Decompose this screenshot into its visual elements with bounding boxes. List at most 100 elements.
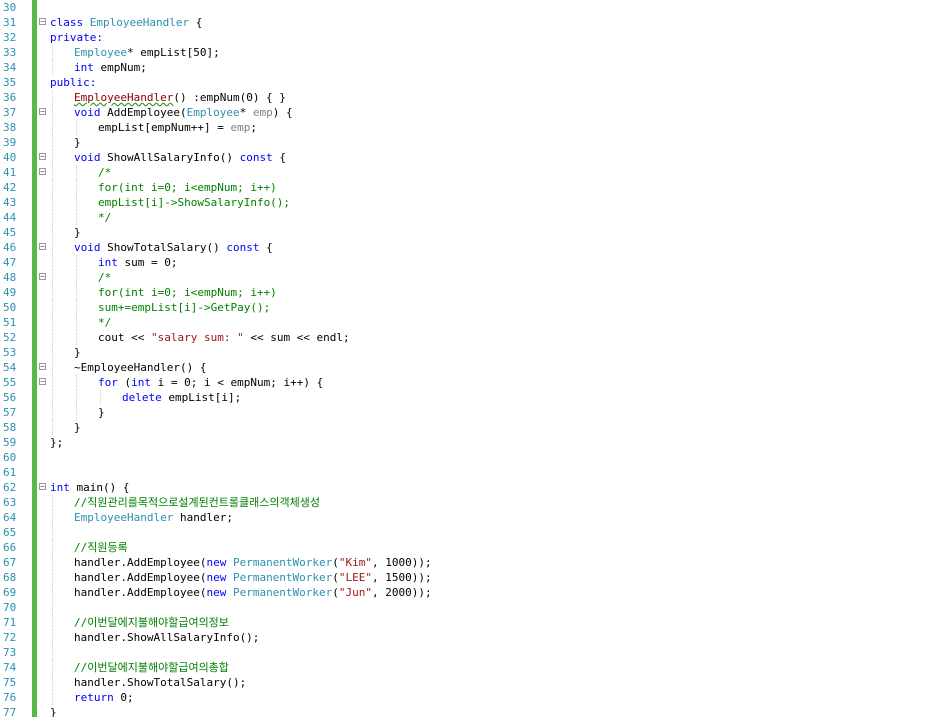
code-line[interactable]: 38 empList[empNum++] = emp;	[0, 120, 938, 135]
code-line[interactable]: 41 − /*	[0, 165, 938, 180]
code-line[interactable]: 47 int sum = 0;	[0, 255, 938, 270]
code-text[interactable]: empList[i]->ShowSalaryInfo();	[98, 195, 290, 210]
code-line[interactable]: 44 */	[0, 210, 938, 225]
code-text[interactable]: }	[98, 405, 105, 420]
code-text[interactable]: }	[74, 225, 81, 240]
fold-toggle-icon[interactable]: −	[39, 483, 46, 491]
code-editor[interactable]: 30 31− class EmployeeHandler {32 private: 33…	[0, 0, 938, 717]
fold-toggle-icon[interactable]: −	[39, 108, 46, 116]
code-line[interactable]: 32 private:	[0, 30, 938, 45]
code-line[interactable]: 67 handler.AddEmployee(new PermanentWorke…	[0, 555, 938, 570]
code-text[interactable]: /*	[98, 165, 111, 180]
code-line[interactable]: 63 //직원관리를목적으로설계된컨트롤클래스의객체생성	[0, 495, 938, 510]
code-text[interactable]: int empNum;	[74, 60, 147, 75]
code-line[interactable]: 34 int empNum;	[0, 60, 938, 75]
code-text[interactable]: int sum = 0;	[98, 255, 177, 270]
code-text[interactable]: ~EmployeeHandler() {	[74, 360, 206, 375]
code-text[interactable]: void ShowAllSalaryInfo() const {	[74, 150, 286, 165]
code-line[interactable]: 37 − void AddEmployee(Employee* emp) {	[0, 105, 938, 120]
code-text[interactable]: cout << "salary sum: " << sum << endl;	[98, 330, 350, 345]
code-text[interactable]: Employee* empList[50];	[74, 45, 220, 60]
code-line[interactable]: 49 for(int i=0; i<empNum; i++)	[0, 285, 938, 300]
code-line[interactable]: 42 for(int i=0; i<empNum; i++)	[0, 180, 938, 195]
fold-toggle-icon[interactable]: −	[39, 378, 46, 386]
code-text[interactable]: */	[98, 315, 111, 330]
code-text[interactable]: */	[98, 210, 111, 225]
code-line[interactable]: 75 handler.ShowTotalSalary();	[0, 675, 938, 690]
code-text[interactable]: for(int i=0; i<empNum; i++)	[98, 285, 277, 300]
code-line[interactable]: 51 */	[0, 315, 938, 330]
code-text[interactable]: //이번달에지불해야할급여의총합	[74, 660, 229, 675]
code-line[interactable]: 57}	[0, 405, 938, 420]
code-line[interactable]: 36 EmployeeHandler() :empNum(0) { }	[0, 90, 938, 105]
code-line[interactable]: 73	[0, 645, 938, 660]
fold-toggle-icon[interactable]: −	[39, 243, 46, 251]
code-line[interactable]: 71 //이번달에지불해야할급여의정보	[0, 615, 938, 630]
code-text[interactable]: public:	[50, 75, 96, 90]
code-text[interactable]: return 0;	[74, 690, 134, 705]
code-line[interactable]: 69 handler.AddEmployee(new PermanentWorke…	[0, 585, 938, 600]
code-line[interactable]: 60	[0, 450, 938, 465]
code-line[interactable]: 39}	[0, 135, 938, 150]
fold-toggle-icon[interactable]: −	[39, 273, 46, 281]
code-line[interactable]: 68 handler.AddEmployee(new PermanentWorke…	[0, 570, 938, 585]
code-text[interactable]: //이번달에지불해야할급여의정보	[74, 615, 229, 630]
code-text[interactable]: EmployeeHandler() :empNum(0) { }	[74, 90, 286, 105]
code-text[interactable]: };	[50, 435, 63, 450]
code-text[interactable]: empList[empNum++] = emp;	[98, 120, 257, 135]
code-text[interactable]: }	[74, 420, 81, 435]
code-line[interactable]: 50 sum+=empList[i]->GetPay();	[0, 300, 938, 315]
code-text[interactable]: for(int i=0; i<empNum; i++)	[98, 180, 277, 195]
code-text[interactable]: int main() {	[50, 480, 129, 495]
code-line[interactable]: 55 − for (int i = 0; i < empNum; i++) {	[0, 375, 938, 390]
code-line[interactable]: 53}	[0, 345, 938, 360]
code-line[interactable]: 64 EmployeeHandler handler;	[0, 510, 938, 525]
code-text[interactable]: for (int i = 0; i < empNum; i++) {	[98, 375, 323, 390]
code-text[interactable]: void ShowTotalSalary() const {	[74, 240, 273, 255]
code-line[interactable]: 43 empList[i]->ShowSalaryInfo();	[0, 195, 938, 210]
code-text[interactable]: EmployeeHandler handler;	[74, 510, 233, 525]
code-text[interactable]: class EmployeeHandler {	[50, 15, 202, 30]
code-line[interactable]: 35 public:	[0, 75, 938, 90]
code-line[interactable]: 31 − class EmployeeHandler {	[0, 15, 938, 30]
code-text[interactable]: sum+=empList[i]->GetPay();	[98, 300, 270, 315]
code-line[interactable]: 48 − /*	[0, 270, 938, 285]
code-text[interactable]: handler.ShowAllSalaryInfo();	[74, 630, 259, 645]
code-line[interactable]: 66 //직원등록	[0, 540, 938, 555]
code-text[interactable]: handler.AddEmployee(new PermanentWorker(…	[74, 585, 432, 600]
code-line[interactable]: 62 − int main() {	[0, 480, 938, 495]
code-area[interactable]: 30 31− class EmployeeHandler {32 private: 33…	[0, 0, 938, 717]
code-text[interactable]: handler.AddEmployee(new PermanentWorker(…	[74, 570, 432, 585]
code-line[interactable]: 76 return 0;	[0, 690, 938, 705]
code-text[interactable]: }	[50, 705, 57, 717]
code-text[interactable]: void AddEmployee(Employee* emp) {	[74, 105, 293, 120]
code-text[interactable]: private:	[50, 30, 103, 45]
code-line[interactable]: 52 cout << "salary sum: " << sum << endl;	[0, 330, 938, 345]
code-line[interactable]: 40 − void ShowAllSalaryInfo() const {	[0, 150, 938, 165]
code-line[interactable]: 59};	[0, 435, 938, 450]
fold-toggle-icon[interactable]: −	[39, 168, 46, 176]
code-line[interactable]: 54 − ~EmployeeHandler() {	[0, 360, 938, 375]
fold-toggle-icon[interactable]: −	[39, 18, 46, 26]
code-line[interactable]: 45}	[0, 225, 938, 240]
code-line[interactable]: 72 handler.ShowAllSalaryInfo();	[0, 630, 938, 645]
code-text[interactable]: }	[74, 135, 81, 150]
fold-toggle-icon[interactable]: −	[39, 153, 46, 161]
code-line[interactable]: 77}	[0, 705, 938, 717]
code-line[interactable]: 58}	[0, 420, 938, 435]
code-text[interactable]: //직원등록	[74, 540, 128, 555]
code-text[interactable]: delete empList[i];	[122, 390, 241, 405]
code-line[interactable]: 61	[0, 465, 938, 480]
code-line[interactable]: 30	[0, 0, 938, 15]
code-line[interactable]: 70	[0, 600, 938, 615]
code-line[interactable]: 74 //이번달에지불해야할급여의총합	[0, 660, 938, 675]
code-text[interactable]: //직원관리를목적으로설계된컨트롤클래스의객체생성	[74, 495, 320, 510]
code-text[interactable]: }	[74, 345, 81, 360]
code-text[interactable]: /*	[98, 270, 111, 285]
code-text[interactable]: handler.ShowTotalSalary();	[74, 675, 246, 690]
fold-toggle-icon[interactable]: −	[39, 363, 46, 371]
code-line[interactable]: 46 − void ShowTotalSalary() const {	[0, 240, 938, 255]
code-line[interactable]: 65	[0, 525, 938, 540]
code-text[interactable]: handler.AddEmployee(new PermanentWorker(…	[74, 555, 432, 570]
code-line[interactable]: 56 delete empList[i];	[0, 390, 938, 405]
